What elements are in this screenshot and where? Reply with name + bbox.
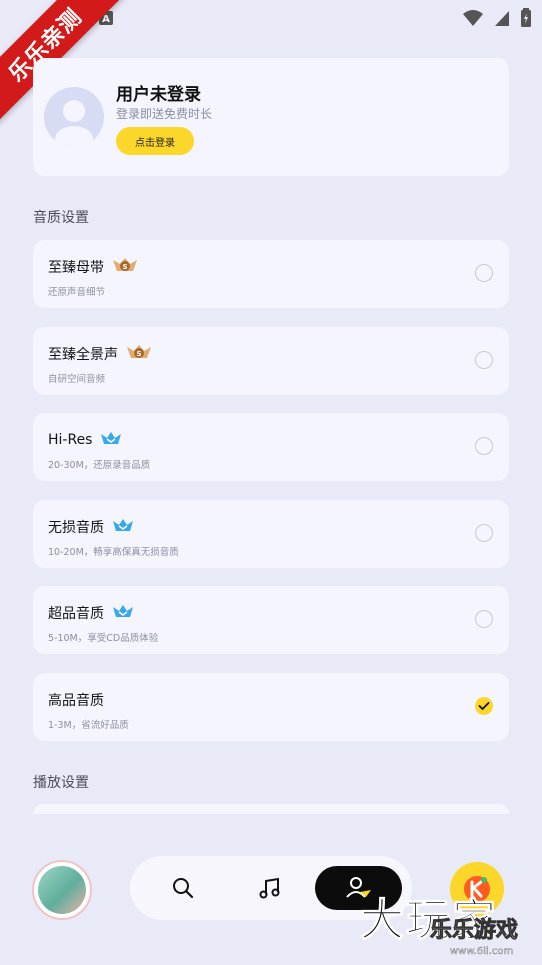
quality-option-hires[interactable]: Hi-Res 20-30M，还原录音品质 (33, 413, 509, 481)
battery-icon (520, 8, 532, 32)
svip-icon: S (126, 344, 152, 364)
option-radio[interactable] (475, 351, 493, 369)
login-button[interactable]: 点击登录 (116, 127, 194, 155)
quality-option-lossless[interactable]: 无损音质 10-20M，畅享高保真无损音质 (33, 500, 509, 568)
playback-card-partial[interactable] (33, 804, 509, 814)
option-title: 无损音质 (48, 520, 104, 536)
option-desc: 5-10M，享受CD品质体验 (48, 633, 159, 644)
option-radio[interactable] (475, 524, 493, 542)
album-art (38, 866, 86, 914)
option-radio[interactable] (475, 610, 493, 628)
quality-option-master[interactable]: 至臻母带 S 还原声音细节 (33, 240, 509, 308)
option-desc: 1-3M，省流好品质 (48, 720, 129, 731)
option-radio-checked[interactable] (475, 697, 493, 715)
option-desc: 20-30M，还原录音品质 (48, 460, 151, 471)
search-icon (173, 878, 194, 899)
playback-section-title: 播放设置 (33, 775, 89, 791)
svg-text:S: S (122, 263, 127, 271)
option-desc: 自研空间音频 (48, 374, 106, 385)
nav-search[interactable] (163, 868, 203, 908)
avatar[interactable] (44, 87, 104, 147)
login-title: 用户未登录 (116, 85, 201, 105)
option-title: 至臻全景声 (48, 347, 118, 363)
signal-icon (494, 9, 510, 31)
option-title: Hi-Res (48, 432, 93, 448)
user-silhouette-icon (55, 100, 93, 147)
svip-icon: S (112, 257, 138, 277)
quality-option-high[interactable]: 高品音质 1-3M，省流好品质 (33, 673, 509, 741)
check-icon (478, 702, 490, 710)
option-title: 高品音质 (48, 693, 104, 709)
wifi-icon (462, 9, 484, 31)
vip-icon (112, 603, 134, 623)
option-desc: 10-20M，畅享高保真无损音质 (48, 547, 179, 558)
quality-option-super[interactable]: 超品音质 5-10M，享受CD品质体验 (33, 586, 509, 654)
now-playing-avatar[interactable] (32, 860, 92, 920)
svg-text:S: S (136, 350, 141, 358)
music-note-icon (259, 877, 280, 899)
vip-icon (100, 430, 122, 450)
vip-icon (112, 517, 134, 537)
quality-section-title: 音质设置 (33, 210, 89, 226)
watermark-url: www.6ll.com (450, 946, 514, 957)
quality-option-atmos[interactable]: 至臻全景声 S 自研空间音频 (33, 327, 509, 395)
option-desc: 还原声音细节 (48, 287, 106, 298)
option-title: 至臻母带 (48, 260, 104, 276)
profile-card[interactable]: 用户未登录 登录即送免费时长 点击登录 (33, 58, 509, 176)
login-subtitle: 登录即送免费时长 (116, 107, 213, 121)
option-radio[interactable] (475, 437, 493, 455)
watermark-sub: 乐乐游戏 (430, 918, 519, 944)
nav-music[interactable] (250, 868, 290, 908)
option-title: 超品音质 (48, 606, 104, 622)
watermark: 大玩家 乐乐游戏 www.6ll.com (360, 884, 519, 958)
option-radio[interactable] (475, 264, 493, 282)
